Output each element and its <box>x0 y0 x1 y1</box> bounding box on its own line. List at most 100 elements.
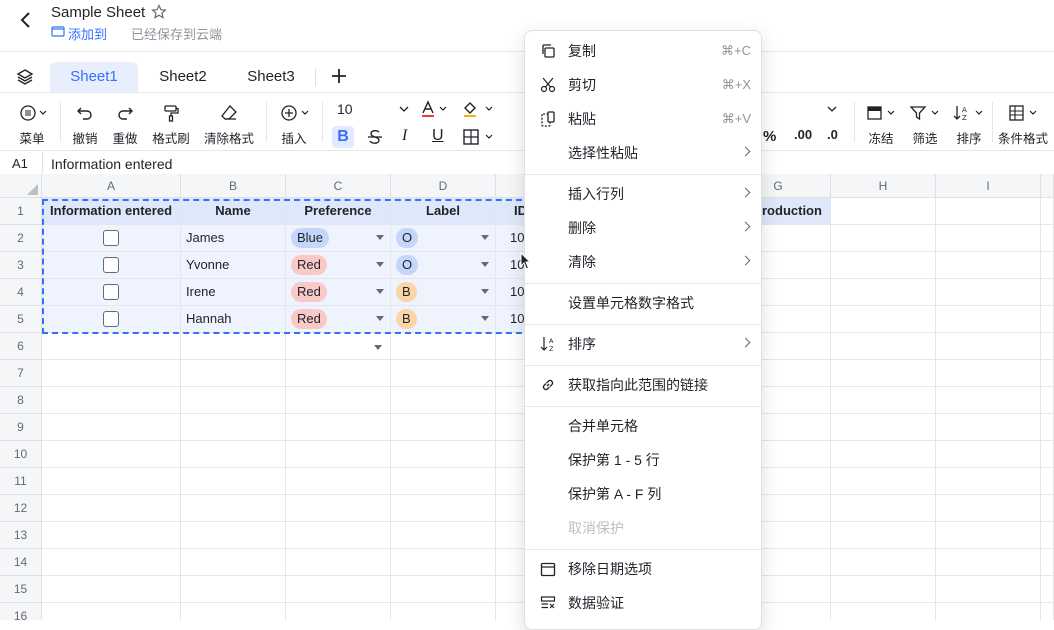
filter-button[interactable]: 筛选 <box>906 104 944 146</box>
row-header[interactable]: 6 <box>0 333 42 360</box>
header-cell[interactable]: ID <box>496 198 526 225</box>
dropdown-cell[interactable]: B <box>391 306 496 333</box>
grid-cell[interactable] <box>42 549 181 576</box>
row-header[interactable]: 16 <box>0 603 42 620</box>
column-header[interactable]: I <box>936 174 1041 198</box>
grid-cell[interactable] <box>42 414 181 441</box>
grid-cell[interactable] <box>1041 414 1054 441</box>
menu-item-merge[interactable]: 合并单元格 <box>525 409 761 443</box>
grid-cell[interactable] <box>391 549 496 576</box>
strikethrough-icon[interactable] <box>366 129 384 145</box>
grid-cell[interactable] <box>1041 198 1054 225</box>
grid-cell[interactable]: Hannah <box>181 306 286 333</box>
grid-cell[interactable] <box>831 225 936 252</box>
grid-cell[interactable] <box>496 441 526 468</box>
grid-cell[interactable] <box>391 387 496 414</box>
grid-cell[interactable] <box>831 414 936 441</box>
column-header[interactable]: D <box>391 174 496 198</box>
menu-item-protect-rows[interactable]: 保护第 1 - 5 行 <box>525 443 761 477</box>
menu-item-paste[interactable]: 粘贴 ⌘+V <box>525 102 761 136</box>
dropdown-caret[interactable] <box>376 262 384 267</box>
grid-cell[interactable] <box>42 468 181 495</box>
grid-cell[interactable] <box>496 495 526 522</box>
dropdown-caret[interactable] <box>481 235 489 240</box>
grid-cell[interactable] <box>286 522 391 549</box>
dropdown-caret[interactable] <box>481 262 489 267</box>
row-header[interactable]: 9 <box>0 414 42 441</box>
back-icon[interactable] <box>16 10 36 30</box>
row-header[interactable]: 5 <box>0 306 42 333</box>
menu-item-clear[interactable]: 清除 <box>525 245 761 279</box>
grid-cell[interactable] <box>286 414 391 441</box>
grid-cell[interactable] <box>181 468 286 495</box>
grid-cell[interactable] <box>936 387 1041 414</box>
grid-cell[interactable] <box>42 495 181 522</box>
grid-cell[interactable] <box>286 387 391 414</box>
grid-cell[interactable] <box>391 522 496 549</box>
column-header[interactable]: C <box>286 174 391 198</box>
format-painter-button[interactable]: 格式刷 <box>150 104 192 146</box>
layers-icon[interactable] <box>16 68 34 86</box>
grid-cell[interactable] <box>936 495 1041 522</box>
tab-sheet3[interactable]: Sheet3 <box>234 62 308 92</box>
grid-cell[interactable] <box>181 387 286 414</box>
grid-cell[interactable] <box>831 441 936 468</box>
remove-decimal-button[interactable]: .0 <box>827 127 838 142</box>
row-header[interactable]: 11 <box>0 468 42 495</box>
grid-cell[interactable] <box>496 522 526 549</box>
dropdown-cell[interactable]: B <box>391 279 496 306</box>
grid-cell[interactable]: 10 <box>496 225 526 252</box>
grid-cell[interactable] <box>1041 549 1054 576</box>
formula-input[interactable]: Information entered <box>51 156 172 172</box>
checkbox[interactable] <box>103 284 119 300</box>
grid-cell[interactable] <box>496 360 526 387</box>
menu-item-paste-special[interactable]: 选择性粘贴 <box>525 136 761 170</box>
dropdown-caret[interactable] <box>481 316 489 321</box>
header-cell[interactable]: Name <box>181 198 286 225</box>
grid-cell[interactable] <box>936 360 1041 387</box>
grid-cell[interactable] <box>181 333 286 360</box>
grid-cell[interactable] <box>936 306 1041 333</box>
grid-cell[interactable] <box>496 468 526 495</box>
column-header[interactable]: A <box>42 174 181 198</box>
clear-format-button[interactable]: 清除格式 <box>202 104 256 146</box>
dropdown-cell[interactable]: Red <box>286 306 391 333</box>
chevron-down-icon[interactable] <box>398 104 410 114</box>
grid-cell[interactable] <box>831 333 936 360</box>
grid-cell[interactable] <box>1041 225 1054 252</box>
checkbox[interactable] <box>103 230 119 246</box>
menu-item-delete[interactable]: 删除 <box>525 211 761 245</box>
grid-cell[interactable] <box>286 360 391 387</box>
grid-cell[interactable] <box>286 468 391 495</box>
percent-button[interactable]: % <box>763 128 776 145</box>
grid-cell[interactable] <box>936 225 1041 252</box>
header-cell[interactable]: Information entered <box>42 198 181 225</box>
grid-cell[interactable] <box>286 603 391 620</box>
row-header[interactable]: 2 <box>0 225 42 252</box>
grid-cell[interactable] <box>286 576 391 603</box>
conditional-format-button[interactable]: 条件格式 <box>996 104 1050 146</box>
grid-cell[interactable] <box>42 387 181 414</box>
dropdown-cell[interactable]: Red <box>286 252 391 279</box>
checkbox-cell[interactable] <box>42 306 181 333</box>
redo-button[interactable]: 重做 <box>108 104 142 146</box>
header-cell[interactable]: Label <box>391 198 496 225</box>
grid-cell[interactable] <box>831 198 936 225</box>
grid-cell[interactable] <box>496 414 526 441</box>
grid-cell[interactable] <box>831 603 936 620</box>
grid-cell[interactable] <box>1041 603 1054 620</box>
grid-cell[interactable] <box>831 387 936 414</box>
grid-cell[interactable] <box>42 576 181 603</box>
grid-cell[interactable] <box>42 522 181 549</box>
grid-cell[interactable] <box>831 360 936 387</box>
grid-cell[interactable] <box>831 522 936 549</box>
menu-item-data-validation[interactable]: 数据验证 <box>525 586 761 620</box>
grid-cell[interactable] <box>391 603 496 620</box>
menu-item-protect-cols[interactable]: 保护第 A - F 列 <box>525 477 761 511</box>
tab-sheet2[interactable]: Sheet2 <box>146 62 220 92</box>
grid-cell[interactable] <box>936 576 1041 603</box>
grid-cell[interactable] <box>936 252 1041 279</box>
row-header[interactable]: 14 <box>0 549 42 576</box>
grid-cell[interactable] <box>936 468 1041 495</box>
row-header[interactable]: 10 <box>0 441 42 468</box>
